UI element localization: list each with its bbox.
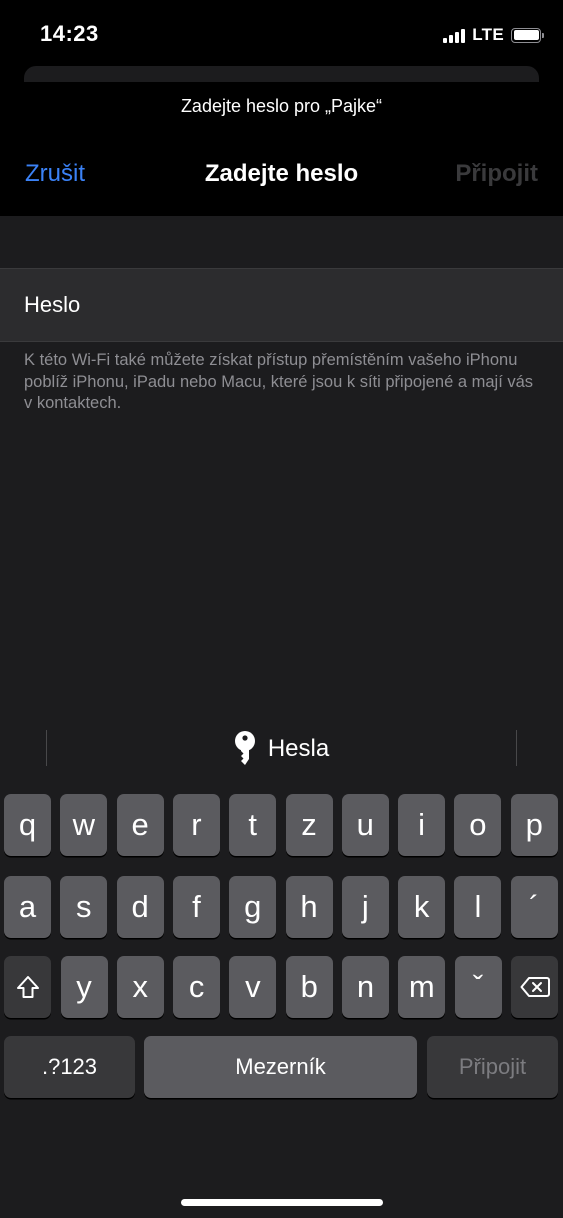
key-g[interactable]: g (229, 876, 277, 938)
sheet-header-area: 14:23 LTE Zadejte heslo pro „Pajke“ Zruš… (0, 0, 563, 216)
cancel-button[interactable]: Zrušit (25, 160, 85, 188)
key-v[interactable]: v (229, 956, 277, 1018)
key-y[interactable]: y (60, 956, 108, 1018)
key-o[interactable]: o (454, 794, 502, 856)
key-k[interactable]: k (398, 876, 446, 938)
sharing-footnote: K této Wi-Fi také můžete získat přístup … (24, 351, 534, 412)
key-w[interactable]: w (60, 794, 108, 856)
network-prompt: Zadejte heslo pro „Pajke“ (180, 96, 383, 116)
passwords-label: Hesla (267, 735, 330, 762)
key-d[interactable]: d (116, 876, 164, 938)
key-x[interactable]: x (116, 956, 164, 1018)
key-caron[interactable]: ˇ (454, 956, 502, 1018)
cellular-signal-icon (443, 27, 466, 43)
key-m[interactable]: m (398, 956, 446, 1018)
password-row (0, 268, 563, 342)
delete-key[interactable] (511, 956, 558, 1018)
shift-key[interactable] (4, 956, 51, 1018)
wifi-password-screen: 14:23 LTE Zadejte heslo pro „Pajke“ Zruš… (0, 0, 563, 1218)
key-f[interactable]: f (172, 876, 220, 938)
passwords-suggestion-button[interactable]: Hesla (0, 728, 563, 770)
key-u[interactable]: u (341, 794, 389, 856)
key-acute[interactable]: ´ (510, 876, 558, 938)
key-r[interactable]: r (172, 794, 220, 856)
key-a[interactable]: a (4, 876, 51, 938)
suggestion-bar: Hesla (0, 718, 563, 780)
key-h[interactable]: h (285, 876, 333, 938)
background-sheet-edge (24, 66, 539, 82)
key-j[interactable]: j (341, 876, 389, 938)
space-key[interactable]: Mezerník (144, 1036, 417, 1098)
network-type: LTE (472, 25, 504, 44)
battery-icon (511, 27, 544, 43)
key-p[interactable]: p (510, 794, 558, 856)
key-t[interactable]: t (229, 794, 277, 856)
nav-bar: Zrušit Zadejte heslo Připojit (0, 150, 563, 200)
key-l[interactable]: l (454, 876, 502, 938)
key-z[interactable]: z (285, 794, 333, 856)
keyboard: Hesla q w e r t z u i o p a s d f g h j k l ´ y x c v b n m ˇ .?123 M… (0, 718, 563, 1218)
return-join-key[interactable]: Připojit (427, 1036, 558, 1098)
key-c[interactable]: c (173, 956, 221, 1018)
status-bar: 14:23 LTE (0, 0, 563, 68)
key-n[interactable]: n (342, 956, 389, 1018)
key-i[interactable]: i (398, 794, 446, 856)
key-b[interactable]: b (285, 956, 333, 1018)
home-indicator (181, 1199, 383, 1206)
key-s[interactable]: s (60, 876, 108, 938)
shift-icon (16, 976, 39, 998)
delete-icon (520, 977, 550, 997)
join-button[interactable]: Připojit (455, 160, 538, 188)
key-q[interactable]: q (4, 794, 51, 856)
numbers-key[interactable]: .?123 (4, 1036, 135, 1098)
key-e[interactable]: e (116, 794, 164, 856)
status-time: 14:23 (40, 21, 99, 46)
key-icon (234, 731, 255, 765)
password-input[interactable] (24, 269, 539, 341)
status-indicators: LTE (443, 24, 544, 46)
